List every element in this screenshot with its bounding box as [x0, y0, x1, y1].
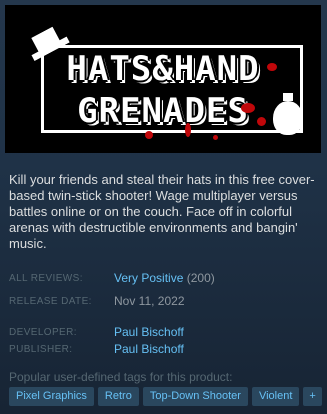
publisher-link[interactable]: Paul Bischoff: [114, 342, 184, 356]
tag-violent[interactable]: Violent: [251, 387, 300, 406]
tag-top-down-shooter[interactable]: Top-Down Shooter: [142, 387, 248, 406]
developer-link[interactable]: Paul Bischoff: [114, 325, 184, 339]
developer-label: DEVELOPER:: [9, 327, 77, 338]
all-reviews-label: ALL REVIEWS:: [9, 273, 83, 284]
review-summary[interactable]: Very Positive: [114, 271, 183, 285]
tag-retro[interactable]: Retro: [97, 387, 139, 406]
publisher-label: PUBLISHER:: [9, 344, 73, 355]
header-capsule-image[interactable]: HATS&HAND GRENADES: [5, 5, 321, 153]
game-description: Kill your friends and steal their hats i…: [9, 172, 315, 251]
tags-list: Pixel Graphics Retro Top-Down Shooter Vi…: [9, 387, 322, 406]
more-tags-button[interactable]: +: [303, 387, 322, 406]
blood-splatter: [267, 63, 277, 71]
release-date-value: Nov 11, 2022: [114, 294, 185, 308]
blood-splatter: [145, 131, 153, 139]
blood-splatter: [213, 135, 218, 140]
grenade-icon: [273, 93, 303, 135]
game-info-panel: HATS&HAND GRENADES Kill your friends and…: [0, 0, 327, 414]
blood-splatter: [241, 103, 255, 113]
blood-splatter: [257, 117, 266, 126]
tags-heading: Popular user-defined tags for this produ…: [9, 370, 233, 384]
all-reviews-value[interactable]: Very Positive (200): [114, 271, 215, 285]
blood-splatter: [185, 123, 191, 137]
review-count: (200): [186, 271, 215, 285]
release-date-label: RELEASE DATE:: [9, 296, 92, 307]
tag-pixel-graphics[interactable]: Pixel Graphics: [9, 387, 94, 406]
